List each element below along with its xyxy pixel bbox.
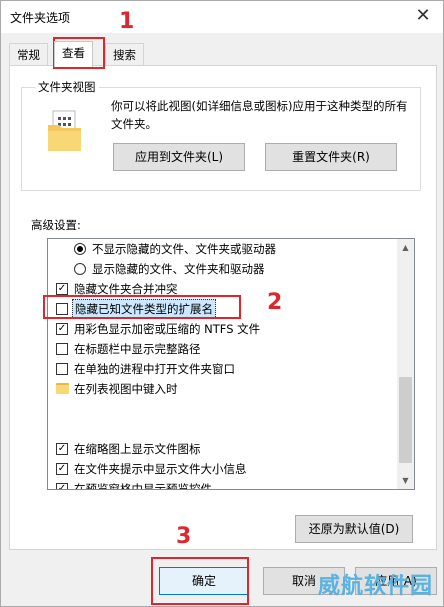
checkbox[interactable]: ✓ — [56, 283, 68, 295]
checkbox[interactable]: ✓ — [56, 323, 68, 335]
window-title: 文件夹选项 — [10, 11, 71, 25]
list-item: 在列表视图中键入时 — [48, 379, 398, 399]
folder-views-description: 你可以将此视图(如详细信息或图标)应用于这种类型的所有文件夹。 — [111, 99, 408, 131]
highlight-box-hide-extensions — [43, 295, 241, 319]
tab-search-label: 搜索 — [113, 48, 136, 62]
list-item-label: 不显示隐藏的文件、文件夹或驱动器 — [92, 242, 276, 256]
folder-options-dialog: 文件夹选项 ✕ 常规 查看 搜索 文件夹视图 你可以将此视图(如详细信息或图标)… — [0, 0, 444, 607]
list-item[interactable]: 在标题栏中显示完整路径 — [48, 339, 398, 359]
tab-search[interactable]: 搜索 — [105, 43, 144, 65]
advanced-settings-list[interactable]: 不显示隐藏的文件、文件夹或驱动器 显示隐藏的文件、文件夹和驱动器 ✓ 隐藏文件夹… — [47, 238, 415, 490]
checkbox[interactable] — [56, 343, 68, 355]
list-item-label: 在单独的进程中打开文件夹窗口 — [74, 362, 235, 376]
scroll-thumb[interactable] — [399, 377, 412, 463]
list-item[interactable]: ✓ 用彩色显示加密或压缩的 NTFS 文件 — [48, 319, 398, 339]
list-item-label: 在标题栏中显示完整路径 — [74, 342, 201, 356]
annotation-number-2: 2 — [267, 290, 283, 315]
list-item-label: 在列表视图中键入时 — [74, 382, 178, 396]
scroll-up-icon[interactable]: ▲ — [397, 239, 414, 256]
checkbox[interactable]: ✓ — [56, 443, 68, 455]
list-item[interactable]: ✓ 在预览窗格中显示预览控件 — [48, 479, 398, 490]
list-item-label: 在缩略图上显示文件图标 — [74, 442, 201, 456]
list-item[interactable]: 不显示隐藏的文件、文件夹或驱动器 — [48, 239, 398, 259]
reset-folders-button[interactable]: 重置文件夹(R) — [265, 143, 397, 171]
watermark-text: 威航软件园 — [317, 574, 433, 599]
list-item-label: 在预览窗格中显示预览控件 — [74, 482, 212, 490]
tab-view-label: 查看 — [62, 46, 85, 60]
list-item-label: 在文件夹提示中显示文件大小信息 — [74, 462, 247, 476]
close-icon[interactable]: ✕ — [409, 3, 437, 29]
restore-defaults-button[interactable]: 还原为默认值(D) — [295, 515, 413, 543]
tab-general-label: 常规 — [17, 48, 40, 62]
radio-button[interactable] — [74, 263, 86, 275]
list-item[interactable]: 显示隐藏的文件、文件夹和驱动器 — [48, 259, 398, 279]
highlight-box-ok-button — [151, 557, 249, 605]
checkbox[interactable]: ✓ — [56, 483, 68, 489]
scrollbar[interactable]: ▲ ▼ — [397, 239, 414, 489]
annotation-number-1: 1 — [119, 9, 135, 34]
checkbox[interactable]: ✓ — [56, 463, 68, 475]
apply-to-folders-button[interactable]: 应用到文件夹(L) — [113, 143, 245, 171]
list-item-label: 用彩色显示加密或压缩的 NTFS 文件 — [74, 322, 261, 336]
folder-view-icon — [48, 110, 81, 151]
advanced-settings-label: 高级设置: — [31, 218, 81, 232]
folder-icon — [56, 383, 69, 394]
folder-views-legend: 文件夹视图 — [35, 79, 99, 95]
annotation-number-3: 3 — [176, 524, 192, 549]
radio-button[interactable] — [74, 243, 86, 255]
list-item-label: 显示隐藏的文件、文件夹和驱动器 — [92, 262, 265, 276]
list-item[interactable]: 在单独的进程中打开文件夹窗口 — [48, 359, 398, 379]
checkbox[interactable] — [56, 363, 68, 375]
list-item[interactable]: ✓ 在文件夹提示中显示文件大小信息 — [48, 459, 398, 479]
scroll-down-icon[interactable]: ▼ — [397, 472, 414, 489]
tab-general[interactable]: 常规 — [9, 43, 48, 65]
list-item[interactable]: ✓ 在缩略图上显示文件图标 — [48, 439, 398, 459]
title-bar: 文件夹选项 ✕ — [1, 1, 443, 33]
tab-strip: 常规 查看 搜索 — [9, 41, 429, 67]
tab-view[interactable]: 查看 — [54, 41, 93, 67]
